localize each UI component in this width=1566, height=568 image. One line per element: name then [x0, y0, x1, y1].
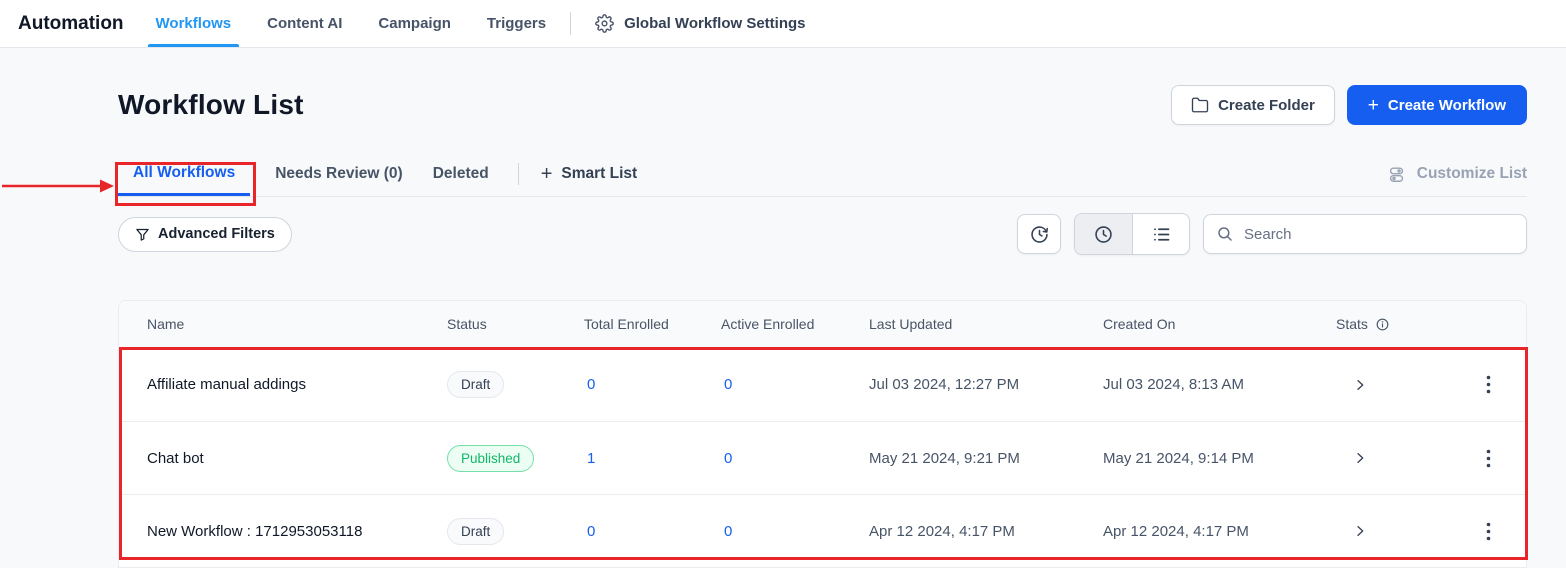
- plus-icon: +: [1368, 96, 1379, 115]
- column-header-active-enrolled: Active Enrolled: [721, 316, 869, 332]
- recent-view-toggle[interactable]: [1075, 214, 1132, 254]
- funnel-icon: [135, 227, 150, 242]
- created-on-value: Jul 03 2024, 8:13 AM: [1103, 376, 1336, 393]
- view-toggle-group: [1074, 213, 1190, 255]
- filter-row: Advanced Filters: [118, 213, 1527, 255]
- heading-row: Workflow List Create Folder + Create Wor…: [118, 85, 1527, 125]
- top-nav-tabs: Workflows Content AI Campaign Triggers: [156, 0, 547, 47]
- folder-icon: [1191, 96, 1209, 114]
- toggles-icon: [1389, 165, 1408, 184]
- tab-triggers[interactable]: Triggers: [487, 0, 546, 47]
- global-workflow-settings-label: Global Workflow Settings: [624, 15, 805, 32]
- annotation-arrow: [0, 176, 118, 196]
- list-icon: [1151, 224, 1172, 245]
- workflow-table: Name Status Total Enrolled Active Enroll…: [118, 300, 1527, 568]
- clock-icon: [1093, 224, 1114, 245]
- info-icon[interactable]: [1375, 317, 1390, 332]
- created-on-value: Apr 12 2024, 4:17 PM: [1103, 523, 1336, 540]
- column-header-total-enrolled: Total Enrolled: [584, 316, 721, 332]
- app-title: Automation: [18, 0, 124, 47]
- automation-page: Automation Workflows Content AI Campaign…: [0, 0, 1566, 568]
- total-enrolled-link[interactable]: 0: [584, 376, 721, 393]
- toolbar-right: [1017, 213, 1527, 255]
- column-header-name: Name: [147, 316, 447, 332]
- tab-needs-review[interactable]: Needs Review (0): [260, 152, 418, 196]
- plus-icon: +: [541, 164, 553, 184]
- row-menu-kebab-icon[interactable]: [1480, 443, 1497, 474]
- page-title: Workflow List: [118, 89, 304, 121]
- clock-history-icon: [1029, 224, 1050, 245]
- workflow-list-tabs: All Workflows Needs Review (0) Deleted +…: [118, 152, 1527, 197]
- top-nav-bar: Automation Workflows Content AI Campaign…: [0, 0, 1566, 48]
- create-workflow-button[interactable]: + Create Workflow: [1347, 85, 1527, 125]
- last-updated-value: Jul 03 2024, 12:27 PM: [869, 376, 1103, 393]
- smart-list-button[interactable]: + Smart List: [533, 152, 646, 196]
- tabs-divider: [518, 163, 519, 185]
- table-row[interactable]: Affiliate manual addings Draft 0 0 Jul 0…: [119, 348, 1526, 421]
- stats-expand-chevron[interactable]: [1348, 446, 1372, 470]
- total-enrolled-link[interactable]: 0: [584, 523, 721, 540]
- column-header-created-on: Created On: [1103, 316, 1336, 332]
- advanced-filters-button[interactable]: Advanced Filters: [118, 217, 292, 252]
- workflow-name[interactable]: Affiliate manual addings: [147, 376, 447, 393]
- enrollment-history-button[interactable]: [1017, 214, 1061, 254]
- status-badge: Published: [447, 445, 534, 472]
- total-enrolled-link[interactable]: 1: [584, 450, 721, 467]
- customize-list-button[interactable]: Customize List: [1389, 152, 1527, 196]
- search-input[interactable]: [1203, 214, 1527, 254]
- column-header-last-updated: Last Updated: [869, 316, 1103, 332]
- gear-icon: [595, 14, 614, 33]
- workflow-name[interactable]: Chat bot: [147, 450, 447, 467]
- last-updated-value: Apr 12 2024, 4:17 PM: [869, 523, 1103, 540]
- last-updated-value: May 21 2024, 9:21 PM: [869, 450, 1103, 467]
- active-enrolled-link[interactable]: 0: [721, 376, 869, 393]
- tab-content-ai[interactable]: Content AI: [267, 0, 342, 47]
- workflow-name[interactable]: New Workflow : 1712953053118: [147, 523, 447, 540]
- column-header-status: Status: [447, 316, 584, 332]
- create-workflow-label: Create Workflow: [1388, 97, 1506, 114]
- stats-expand-chevron[interactable]: [1348, 519, 1372, 543]
- global-workflow-settings-button[interactable]: Global Workflow Settings: [595, 0, 805, 47]
- smart-list-label: Smart List: [561, 165, 637, 183]
- tab-all-workflows[interactable]: All Workflows: [118, 152, 250, 196]
- row-menu-kebab-icon[interactable]: [1480, 516, 1497, 547]
- table-row[interactable]: Chat bot Published 1 0 May 21 2024, 9:21…: [119, 421, 1526, 494]
- tab-campaign[interactable]: Campaign: [378, 0, 451, 47]
- table-header-row: Name Status Total Enrolled Active Enroll…: [119, 301, 1526, 348]
- advanced-filters-label: Advanced Filters: [158, 226, 275, 242]
- heading-actions: Create Folder + Create Workflow: [1171, 85, 1527, 125]
- status-badge: Draft: [447, 371, 504, 398]
- active-enrolled-link[interactable]: 0: [721, 450, 869, 467]
- customize-list-label: Customize List: [1417, 165, 1527, 183]
- create-folder-label: Create Folder: [1218, 97, 1315, 114]
- create-folder-button[interactable]: Create Folder: [1171, 85, 1335, 125]
- tab-deleted[interactable]: Deleted: [418, 152, 504, 196]
- created-on-value: May 21 2024, 9:14 PM: [1103, 450, 1336, 467]
- stats-expand-chevron[interactable]: [1348, 373, 1372, 397]
- row-menu-kebab-icon[interactable]: [1480, 369, 1497, 400]
- column-header-stats: Stats: [1336, 316, 1424, 332]
- status-badge: Draft: [447, 518, 504, 545]
- list-view-toggle[interactable]: [1132, 214, 1189, 254]
- table-row[interactable]: New Workflow : 1712953053118 Draft 0 0 A…: [119, 494, 1526, 567]
- topbar-divider: [570, 12, 571, 35]
- tab-workflows[interactable]: Workflows: [156, 0, 232, 47]
- active-enrolled-link[interactable]: 0: [721, 523, 869, 540]
- search-box: [1203, 214, 1527, 254]
